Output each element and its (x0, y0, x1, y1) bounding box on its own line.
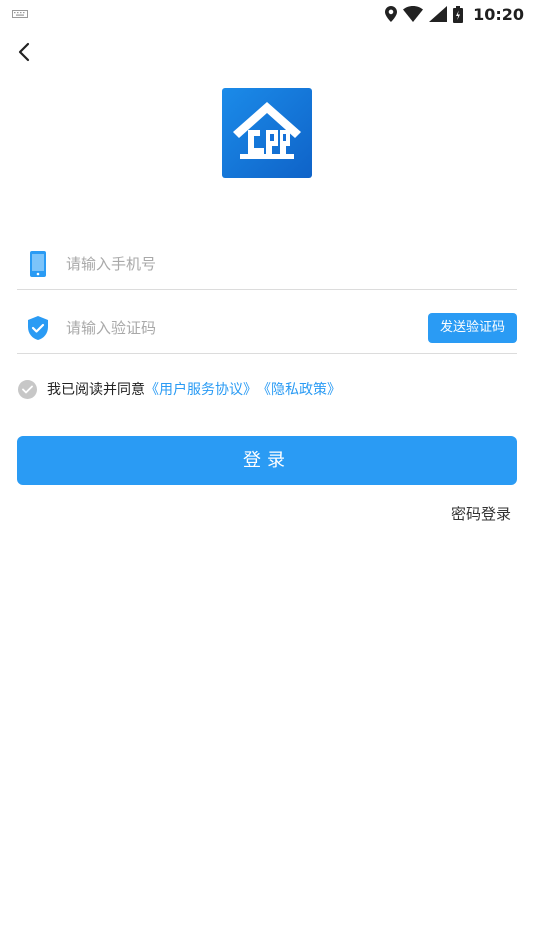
code-input[interactable] (66, 314, 386, 342)
phone-input[interactable] (66, 250, 386, 278)
cellular-signal-icon (429, 6, 448, 22)
shield-check-icon (28, 316, 48, 340)
code-field-row: 发送验证码 (17, 302, 517, 354)
keyboard-icon (12, 10, 28, 18)
status-time: 10:20 (473, 4, 524, 24)
agreement-checkbox[interactable] (18, 379, 37, 399)
agreement-text: 我已阅读并同意 (47, 382, 145, 398)
check-icon (22, 385, 33, 393)
password-login-link[interactable]: 密码登录 (451, 503, 511, 524)
location-icon (385, 6, 398, 22)
wifi-icon (403, 6, 424, 22)
status-bar: 10:20 (0, 0, 534, 28)
house-logo-icon (222, 88, 312, 178)
app-logo (222, 88, 312, 178)
back-button[interactable] (12, 38, 36, 66)
mobile-phone-icon (30, 251, 46, 277)
login-button[interactable]: 登录 (17, 436, 517, 485)
terms-link[interactable]: 《用户服务协议》 (145, 379, 257, 399)
send-code-button[interactable]: 发送验证码 (428, 313, 517, 343)
battery-icon (453, 5, 464, 23)
chevron-left-icon (18, 42, 30, 62)
status-icons: 10:20 (385, 3, 524, 25)
agreement-row: 我已阅读并同意 《用户服务协议》 《隐私政策》 (18, 378, 341, 400)
privacy-link[interactable]: 《隐私政策》 (257, 379, 341, 399)
phone-field-row (17, 238, 517, 290)
